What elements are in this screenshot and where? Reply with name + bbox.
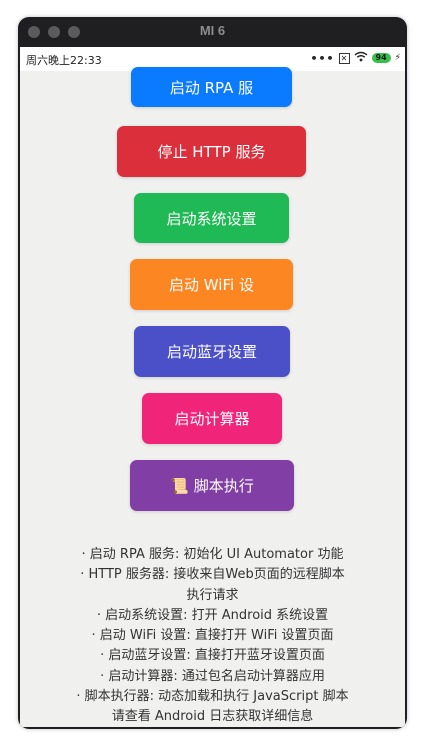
feature-notes: · 启动 RPA 服务: 初始化 UI Automator 功能 · HTTP … bbox=[20, 545, 405, 727]
phone-screen: 周六晚上22:33 ••• ✕ 94 ⚡ 启动 RPA 服 停止 HTTP 服务… bbox=[20, 47, 405, 727]
status-icons: ••• ✕ 94 ⚡ bbox=[310, 51, 401, 65]
status-time: 周六晚上22:33 bbox=[26, 54, 102, 67]
button-label: 📜 脚本执行 bbox=[170, 477, 254, 495]
app-content: 启动 RPA 服 停止 HTTP 服务 启动系统设置 启动 WiFi 设 启动蓝… bbox=[20, 67, 405, 727]
note-line: 执行请求 bbox=[186, 587, 239, 603]
window-titlebar: MI 6 bbox=[18, 17, 407, 47]
button-label: 启动 WiFi 设 bbox=[169, 276, 254, 294]
stop-http-service-button[interactable]: 停止 HTTP 服务 bbox=[117, 126, 306, 177]
button-label: 启动计算器 bbox=[174, 410, 250, 428]
start-rpa-service-button[interactable]: 启动 RPA 服 bbox=[131, 67, 292, 107]
note-line: · 启动系统设置: 打开 Android 系统设置 bbox=[96, 607, 329, 623]
note-line: · 启动 WiFi 设置: 直接打开 WiFi 设置页面 bbox=[91, 628, 334, 644]
more-notifications-icon: ••• bbox=[310, 51, 335, 65]
button-label: 启动系统设置 bbox=[166, 209, 257, 228]
note-line: · HTTP 服务器: 接收来自Web页面的远程脚本 bbox=[80, 567, 345, 583]
open-bluetooth-settings-button[interactable]: 启动蓝牙设置 bbox=[134, 326, 290, 377]
open-system-settings-button[interactable]: 启动系统设置 bbox=[134, 193, 289, 243]
window-title: MI 6 bbox=[199, 23, 226, 38]
charging-icon: ⚡ bbox=[394, 53, 401, 63]
note-line: · 启动 RPA 服务: 初始化 UI Automator 功能 bbox=[81, 547, 344, 562]
open-wifi-settings-button[interactable]: 启动 WiFi 设 bbox=[130, 259, 293, 310]
wifi-icon bbox=[354, 51, 368, 65]
open-calculator-button[interactable]: 启动计算器 bbox=[142, 393, 282, 444]
button-label: 启动蓝牙设置 bbox=[166, 343, 257, 361]
script-executor-button[interactable]: 📜 脚本执行 bbox=[130, 460, 294, 511]
note-line: · 脚本执行器: 动态加载和执行 JavaScript 脚本 bbox=[76, 689, 349, 705]
note-line: · 启动蓝牙设置: 直接打开蓝牙设置页面 bbox=[100, 648, 325, 664]
button-label: 停止 HTTP 服务 bbox=[157, 143, 266, 161]
note-line: 请查看 Android 日志获取详细信息 bbox=[111, 709, 314, 725]
note-line: · 启动计算器: 通过包名启动计算器应用 bbox=[100, 668, 325, 684]
button-label: 启动 RPA 服 bbox=[169, 78, 254, 97]
no-sim-icon: ✕ bbox=[338, 52, 350, 64]
emulator-window: MI 6 周六晚上22:33 ••• ✕ 94 ⚡ 启动 RPA 服 停止 HT… bbox=[18, 17, 407, 729]
battery-icon: 94 bbox=[371, 53, 391, 63]
